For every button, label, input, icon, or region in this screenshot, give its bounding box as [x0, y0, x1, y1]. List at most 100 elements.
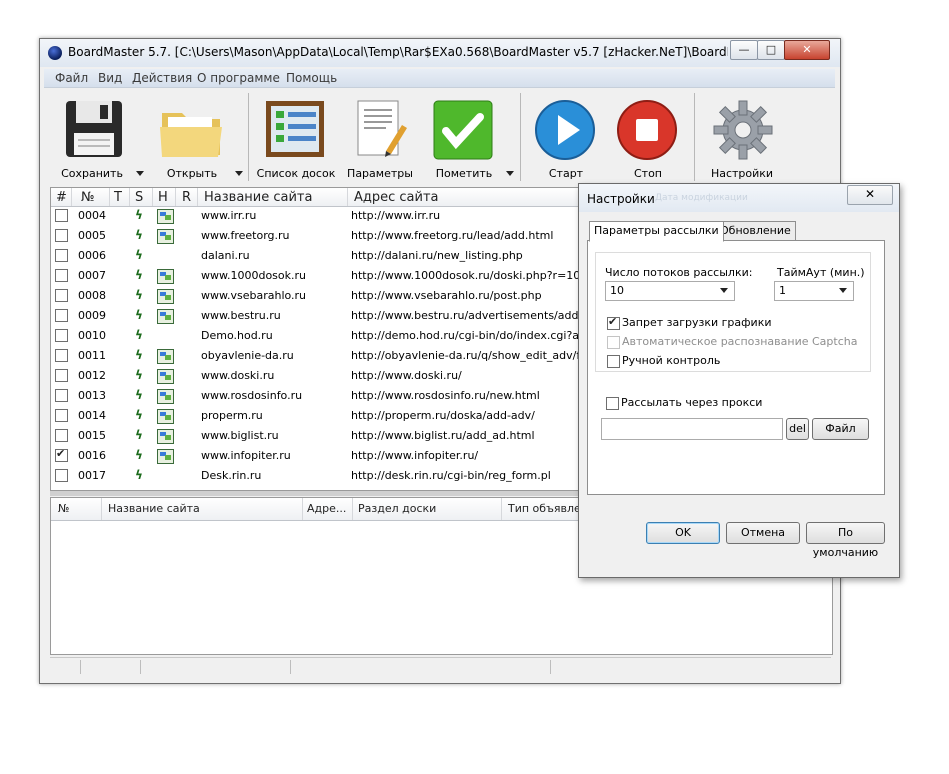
ok-button[interactable]: OK	[646, 522, 720, 544]
mark-button[interactable]: Пометить	[422, 93, 506, 183]
settings-button[interactable]: Настройки	[700, 93, 784, 183]
toolbar: Сохранить Открыть Список досок Параметры…	[44, 89, 835, 185]
open-button[interactable]: Открыть	[150, 93, 234, 183]
status-bar	[50, 657, 831, 676]
row-site-name: Demo.hod.ru	[201, 329, 273, 342]
col-number[interactable]: №	[81, 190, 95, 205]
close-button[interactable]: ✕	[784, 40, 830, 60]
maximize-button[interactable]: □	[757, 40, 785, 60]
row-number: 0006	[78, 249, 106, 262]
results-col-site-name[interactable]: Название сайта	[108, 502, 200, 515]
html-form-icon	[157, 309, 174, 324]
menu-actions[interactable]: Действия	[132, 71, 192, 85]
row-checkbox[interactable]	[55, 369, 68, 382]
delete-proxy-button[interactable]: del	[786, 418, 809, 440]
col-s[interactable]: S	[135, 190, 143, 205]
parameters-button[interactable]: Параметры	[338, 93, 422, 183]
row-number: 0011	[78, 349, 106, 362]
cancel-button[interactable]: Отмена	[726, 522, 800, 544]
col-t[interactable]: T	[114, 190, 122, 205]
results-col-address[interactable]: Адре...	[307, 502, 346, 515]
row-checkbox[interactable]	[55, 349, 68, 362]
boards-list-button[interactable]: Список досок	[254, 93, 338, 183]
menu-file[interactable]: Файл	[55, 71, 88, 85]
row-checkbox[interactable]	[55, 329, 68, 342]
stop-label: Стоп	[633, 167, 662, 180]
row-site-name: www.1000dosok.ru	[201, 269, 307, 282]
col-r[interactable]: R	[182, 190, 191, 205]
start-button[interactable]: Старт	[526, 93, 606, 183]
html-form-icon	[157, 289, 174, 304]
play-icon	[535, 100, 595, 160]
row-checkbox[interactable]	[55, 249, 68, 262]
results-col-section[interactable]: Раздел доски	[358, 502, 436, 515]
menu-help[interactable]: Помощь	[286, 71, 337, 85]
row-site-name: www.biglist.ru	[201, 429, 279, 442]
row-checkbox[interactable]	[55, 289, 68, 302]
save-button[interactable]: Сохранить	[50, 93, 134, 183]
row-number: 0004	[78, 209, 106, 222]
proxy-file-input[interactable]	[601, 418, 783, 440]
timeout-select[interactable]: 1	[774, 281, 854, 301]
settings-label: Настройки	[710, 167, 774, 180]
lightning-icon: ϟ	[135, 288, 143, 302]
chevron-down-icon	[720, 288, 728, 293]
row-checkbox[interactable]	[55, 269, 68, 282]
stop-button[interactable]: Стоп	[608, 93, 688, 183]
auto-captcha-checkbox[interactable]	[607, 336, 620, 349]
row-checkbox[interactable]	[55, 409, 68, 422]
results-col-ad-type[interactable]: Тип объявлен	[508, 502, 588, 515]
row-site-name: www.freetorg.ru	[201, 229, 290, 242]
dialog-close-button[interactable]: ✕	[847, 185, 893, 205]
menu-about[interactable]: О программе	[197, 71, 280, 85]
row-checkbox[interactable]	[55, 229, 68, 242]
row-site-name: www.vsebarahlo.ru	[201, 289, 307, 302]
row-number: 0016	[78, 449, 106, 462]
settings-dialog: Настройки Дата модификации ✕ Параметры р…	[578, 183, 900, 578]
proxy-checkbox[interactable]	[606, 397, 619, 410]
col-hash[interactable]: #	[56, 190, 67, 205]
open-label: Открыть	[166, 167, 218, 180]
row-site-name: www.infopiter.ru	[201, 449, 291, 462]
results-col-number[interactable]: №	[58, 502, 69, 515]
lightning-icon: ϟ	[135, 328, 143, 342]
row-checkbox[interactable]	[55, 389, 68, 402]
folder-icon	[160, 113, 222, 157]
row-checkbox[interactable]	[55, 309, 68, 322]
row-number: 0013	[78, 389, 106, 402]
col-h[interactable]: H	[158, 190, 168, 205]
lightning-icon: ϟ	[135, 348, 143, 362]
row-number: 0005	[78, 229, 106, 242]
tab-update[interactable]: Обновление	[715, 221, 796, 241]
open-dropdown-icon[interactable]	[235, 171, 243, 176]
row-checkbox[interactable]	[55, 429, 68, 442]
defaults-button[interactable]: По умолчанию	[806, 522, 885, 559]
row-site-url: http://dalani.ru/new_listing.php	[351, 249, 523, 262]
row-site-url: http://www.freetorg.ru/lead/add.html	[351, 229, 554, 242]
row-checkbox[interactable]	[55, 209, 68, 222]
manual-control-checkbox[interactable]	[607, 355, 620, 368]
timeout-value: 1	[779, 284, 786, 297]
title-bar[interactable]: BoardMaster 5.7. [C:\Users\Mason\AppData…	[40, 39, 840, 67]
mark-dropdown-icon[interactable]	[506, 171, 514, 176]
disable-images-checkbox[interactable]	[607, 315, 620, 330]
col-site-url[interactable]: Адрес сайта	[354, 190, 439, 205]
col-site-name[interactable]: Название сайта	[204, 190, 312, 205]
row-site-url: http://www.bestru.ru/advertisements/add_…	[351, 309, 602, 322]
proxy-label: Рассылать через прокси	[621, 396, 763, 409]
row-site-url: http://www.irr.ru	[351, 209, 441, 222]
timeout-label: ТаймАут (мин.)	[777, 266, 865, 279]
threads-select[interactable]: 10	[605, 281, 735, 301]
proxy-file-button[interactable]: Файл	[812, 418, 869, 440]
auto-captcha-label: Автоматическое распознавание Captcha	[622, 335, 858, 348]
minimize-button[interactable]: —	[730, 40, 758, 60]
row-site-name: www.doski.ru	[201, 369, 275, 382]
row-number: 0008	[78, 289, 106, 302]
html-form-icon	[157, 449, 174, 464]
row-checkbox[interactable]	[55, 447, 68, 462]
tab-mailing-params[interactable]: Параметры рассылки	[589, 221, 724, 242]
row-checkbox[interactable]	[55, 469, 68, 482]
gear-icon	[713, 100, 773, 160]
checkmark-icon	[433, 100, 493, 160]
menu-view[interactable]: Вид	[98, 71, 122, 85]
